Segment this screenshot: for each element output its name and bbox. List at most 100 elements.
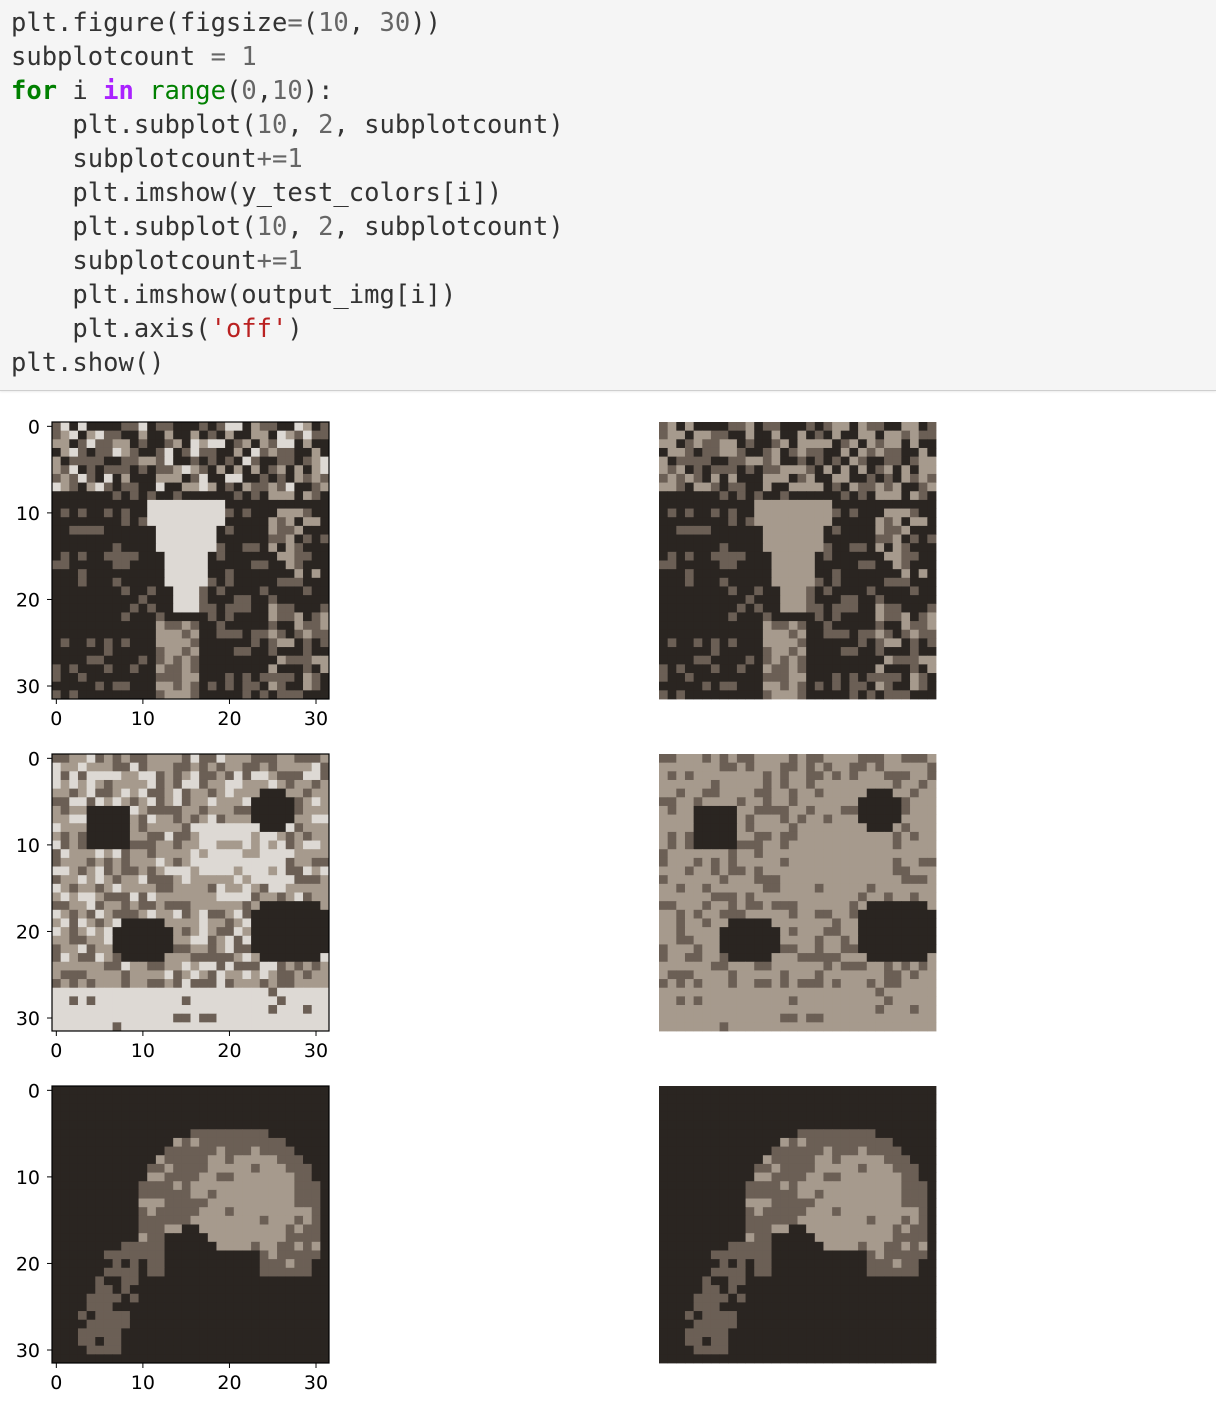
pixel — [86, 473, 96, 483]
pixel — [112, 1155, 122, 1165]
pixel — [86, 1172, 96, 1182]
pixel — [806, 961, 816, 971]
pixel — [927, 961, 937, 971]
pixel — [181, 1103, 191, 1113]
pixel — [225, 456, 235, 466]
pixel — [181, 1233, 191, 1243]
pixel — [251, 673, 261, 683]
pixel — [814, 629, 824, 639]
pixel — [95, 655, 105, 665]
pixel — [693, 840, 703, 850]
pixel — [320, 569, 330, 579]
pixel — [242, 612, 252, 622]
pixel — [875, 560, 885, 570]
pixel — [719, 439, 729, 449]
code-cell[interactable]: plt.figure(figsize=(10, 30)) subplotcoun… — [0, 0, 1216, 391]
pixel — [242, 961, 252, 971]
pixel — [910, 447, 920, 458]
pixel — [121, 979, 131, 989]
pixel — [173, 1111, 183, 1122]
pixel — [199, 883, 209, 893]
pixel — [832, 892, 842, 902]
pixel — [164, 422, 174, 432]
pixel — [147, 857, 157, 867]
pixel — [875, 1005, 885, 1015]
pixel — [754, 673, 764, 683]
pixel — [77, 996, 88, 1006]
pixel — [164, 788, 174, 798]
pixel — [910, 595, 920, 605]
pixel — [754, 823, 764, 833]
pixel — [60, 892, 70, 902]
pixel — [225, 1120, 235, 1130]
pixel — [762, 762, 772, 772]
pixel — [277, 473, 287, 483]
pixel — [60, 849, 70, 859]
pixel — [216, 1259, 226, 1269]
pixel — [233, 465, 243, 475]
pixel — [233, 473, 243, 483]
pixel — [710, 508, 720, 518]
pixel — [164, 621, 174, 631]
pixel — [918, 655, 928, 665]
x-tick-label: 10 — [131, 1040, 155, 1062]
pixel — [60, 1103, 70, 1113]
pixel — [259, 1103, 269, 1113]
pixel — [728, 603, 738, 613]
pixel — [884, 508, 894, 518]
pixel — [155, 499, 165, 509]
pixel — [884, 797, 894, 807]
pixel — [199, 797, 209, 807]
pixel — [927, 439, 937, 449]
pixel — [251, 1086, 261, 1096]
pixel — [797, 892, 807, 902]
pixel — [780, 944, 790, 954]
pixel — [103, 1259, 113, 1269]
y-tick-label: 0 — [28, 416, 40, 438]
pixel — [103, 1189, 113, 1199]
pixel — [294, 961, 304, 971]
pixel — [780, 465, 790, 475]
pixel — [233, 629, 243, 639]
pixel — [303, 681, 313, 691]
pixel — [788, 823, 798, 833]
pixel — [251, 1241, 261, 1251]
pixel — [285, 499, 295, 509]
pixel — [320, 909, 330, 919]
pixel — [693, 961, 703, 971]
pixel — [832, 797, 842, 807]
pixel — [659, 612, 669, 622]
pixel — [693, 681, 703, 691]
pixel — [285, 473, 295, 483]
pixel — [710, 970, 720, 980]
pixel — [285, 875, 295, 885]
pixel — [77, 422, 88, 432]
pixel — [216, 857, 226, 867]
pixel — [884, 673, 894, 683]
pixel — [832, 595, 842, 605]
pixel — [719, 935, 729, 945]
pixel — [69, 927, 79, 937]
pixel — [77, 1276, 88, 1286]
pixel — [858, 586, 868, 596]
pixel — [736, 673, 746, 683]
pixel — [719, 586, 729, 596]
pixel — [285, 603, 295, 613]
pixel — [320, 771, 330, 781]
pixel — [259, 1207, 269, 1217]
pixel — [164, 1146, 174, 1156]
pixel — [285, 1276, 295, 1286]
pixel — [806, 577, 816, 587]
pixel — [814, 595, 824, 605]
pixel — [719, 647, 729, 657]
pixel — [259, 465, 269, 475]
pixel — [728, 681, 738, 691]
pixel — [69, 430, 79, 440]
pixel — [277, 1094, 287, 1104]
pixel — [719, 543, 729, 553]
pixel — [745, 944, 755, 954]
pixel — [684, 534, 695, 544]
pixel — [112, 1172, 122, 1182]
code-editor[interactable]: plt.figure(figsize=(10, 30)) subplotcoun… — [11, 6, 564, 380]
pixel — [181, 1207, 191, 1217]
